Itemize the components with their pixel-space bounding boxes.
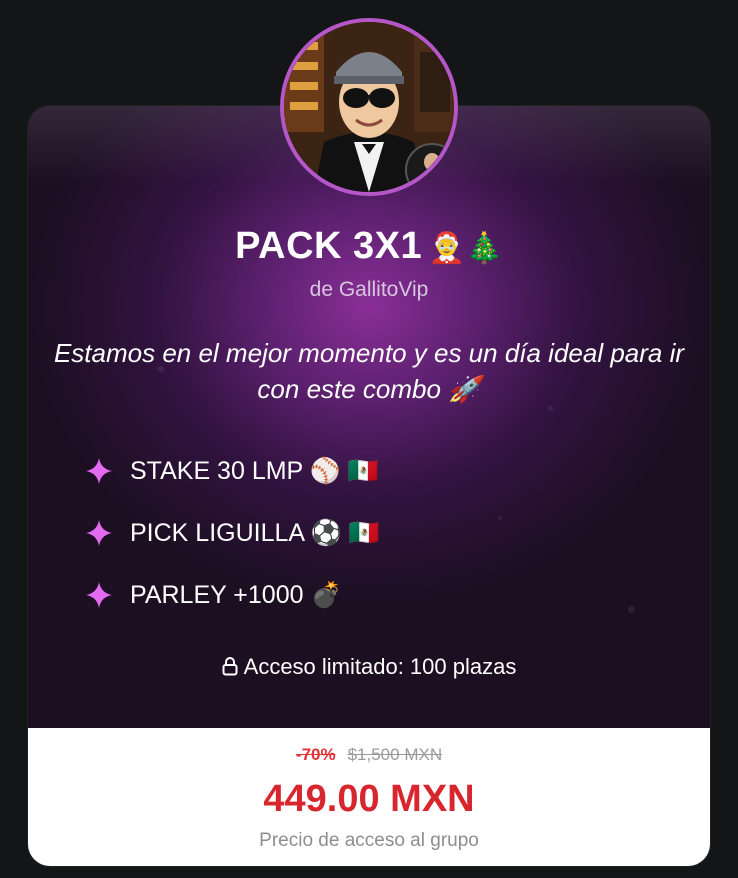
discount-badge: -70%	[295, 745, 336, 764]
lock-icon	[222, 657, 238, 676]
original-price: $1,500 MXN	[347, 745, 443, 764]
pack-description: Estamos en el mejor momento y es un día …	[53, 338, 685, 404]
pack-title-row: PACK 3X1 🤶🎄	[0, 225, 738, 268]
discount-row: -70% $1,500 MXN	[28, 745, 710, 765]
feature-item: PARLEY +1000 💣	[86, 564, 380, 626]
decor-dot	[498, 516, 502, 520]
sparkle-icon	[86, 582, 112, 608]
feature-list: STAKE 30 LMP ⚾ 🇲🇽 PICK LIGUILLA ⚽ 🇲🇽 PAR…	[86, 440, 380, 626]
access-text: Acceso limitado: 100 plazas	[243, 654, 517, 679]
feature-label: PARLEY +1000 💣	[130, 580, 342, 609]
price-caption: Precio de acceso al grupo	[259, 830, 479, 851]
decor-dot	[628, 606, 635, 613]
access-limit: Acceso limitado: 100 plazas	[0, 654, 738, 680]
feature-item: PICK LIGUILLA ⚽ 🇲🇽	[86, 502, 380, 564]
creator-byline[interactable]: de GallitoVip	[0, 278, 738, 302]
title-emoji: 🤶🎄	[428, 231, 503, 266]
current-price: 449.00 MXN	[263, 778, 475, 820]
pack-title: PACK 3X1	[235, 225, 423, 267]
avatar-image	[284, 22, 454, 192]
sparkle-icon	[86, 520, 112, 546]
sparkle-icon	[86, 458, 112, 484]
feature-label: PICK LIGUILLA ⚽ 🇲🇽	[130, 518, 380, 547]
feature-item: STAKE 30 LMP ⚾ 🇲🇽	[86, 440, 380, 502]
feature-label: STAKE 30 LMP ⚾ 🇲🇽	[130, 456, 379, 485]
creator-avatar[interactable]	[280, 18, 458, 196]
price-section[interactable]: -70% $1,500 MXN 449.00 MXN Precio de acce…	[28, 728, 710, 866]
